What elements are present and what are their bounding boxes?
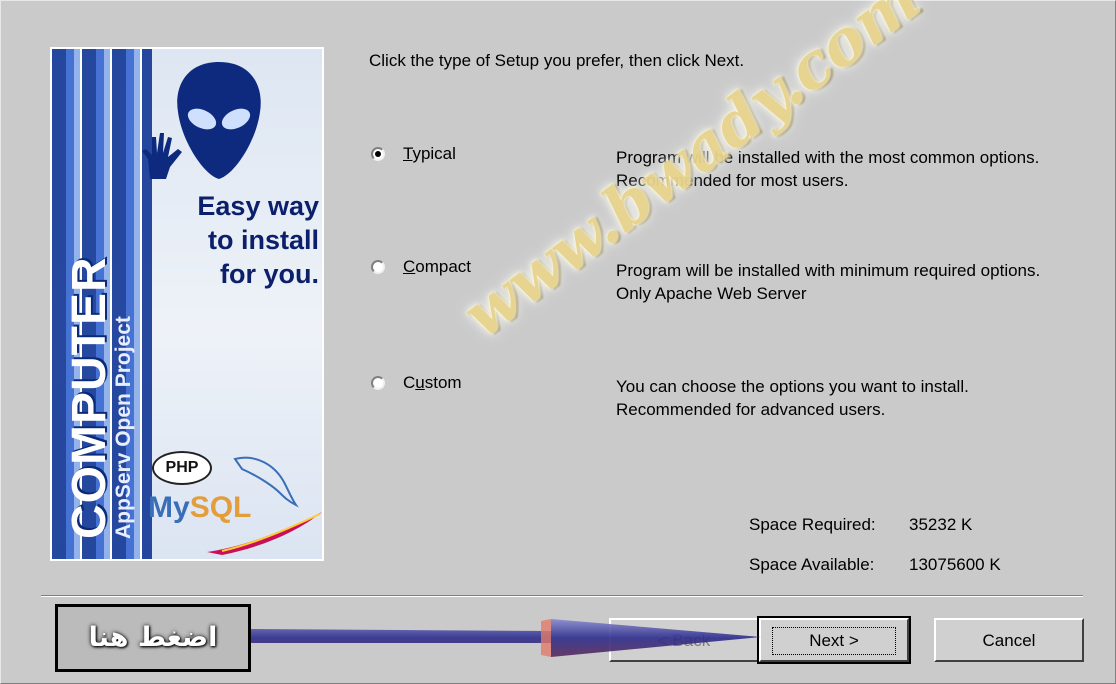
option-compact[interactable]: Compact	[371, 257, 471, 277]
typical-radio[interactable]	[371, 147, 385, 161]
next-button-label: Next >	[772, 627, 896, 655]
slogan-line-2: to install	[207, 225, 319, 255]
mysql-my-text: My	[148, 491, 190, 524]
option-typical[interactable]: Typical	[371, 144, 456, 164]
space-available: Space Available: 13075600 K	[749, 555, 1001, 575]
compact-label-rest: ompact	[415, 257, 472, 276]
hand-icon	[142, 133, 182, 179]
banner-slogan: Easy way to install for you.	[147, 189, 319, 291]
setup-dialog: COMPUTER AppServ Open Project Easy way t…	[0, 0, 1116, 684]
compact-accel: C	[403, 257, 416, 276]
annotation-arrow-icon	[251, 619, 761, 657]
space-required-value: 35232 K	[909, 515, 973, 534]
setup-banner-image: COMPUTER AppServ Open Project Easy way t…	[50, 47, 324, 561]
custom-label-pre: C	[403, 373, 416, 392]
setup-instruction: Click the type of Setup you prefer, then…	[369, 51, 745, 70]
php-logo: PHP	[152, 451, 212, 485]
space-required-label: Space Required:	[749, 515, 876, 534]
typical-description: Program will be installed with the most …	[616, 148, 1040, 190]
space-available-value: 13075600 K	[909, 555, 1001, 574]
compact-label: Compact	[403, 257, 471, 277]
apache-feather-icon	[207, 512, 322, 555]
space-available-label: Space Available:	[749, 555, 875, 574]
custom-accel: u	[415, 373, 425, 392]
click-here-annotation: اضغط هنا	[55, 604, 251, 672]
slogan-line-1: Easy way	[197, 191, 319, 221]
custom-radio[interactable]	[371, 376, 385, 390]
compact-description: Program will be installed with minimum r…	[616, 261, 1041, 303]
banner-vertical-subtitle: AppServ Open Project	[112, 316, 135, 539]
typical-label: Typical	[403, 144, 456, 164]
slogan-line-3: for you.	[220, 259, 319, 289]
space-required: Space Required: 35232 K	[749, 515, 972, 535]
compact-radio[interactable]	[371, 260, 385, 274]
dialog-separator	[41, 595, 1083, 597]
next-button[interactable]: Next >	[757, 616, 911, 664]
banner-vertical-title: COMPUTER	[63, 256, 116, 539]
custom-label-rest: stom	[424, 373, 462, 392]
custom-description: You can choose the options you want to i…	[616, 377, 969, 419]
custom-label: Custom	[403, 373, 462, 393]
typical-label-rest: ypical	[412, 144, 456, 163]
option-custom[interactable]: Custom	[371, 373, 462, 393]
cancel-button[interactable]: Cancel	[934, 618, 1084, 662]
banner-vertical-text: COMPUTER AppServ Open Project	[62, 256, 135, 539]
alien-head-icon	[177, 62, 261, 179]
